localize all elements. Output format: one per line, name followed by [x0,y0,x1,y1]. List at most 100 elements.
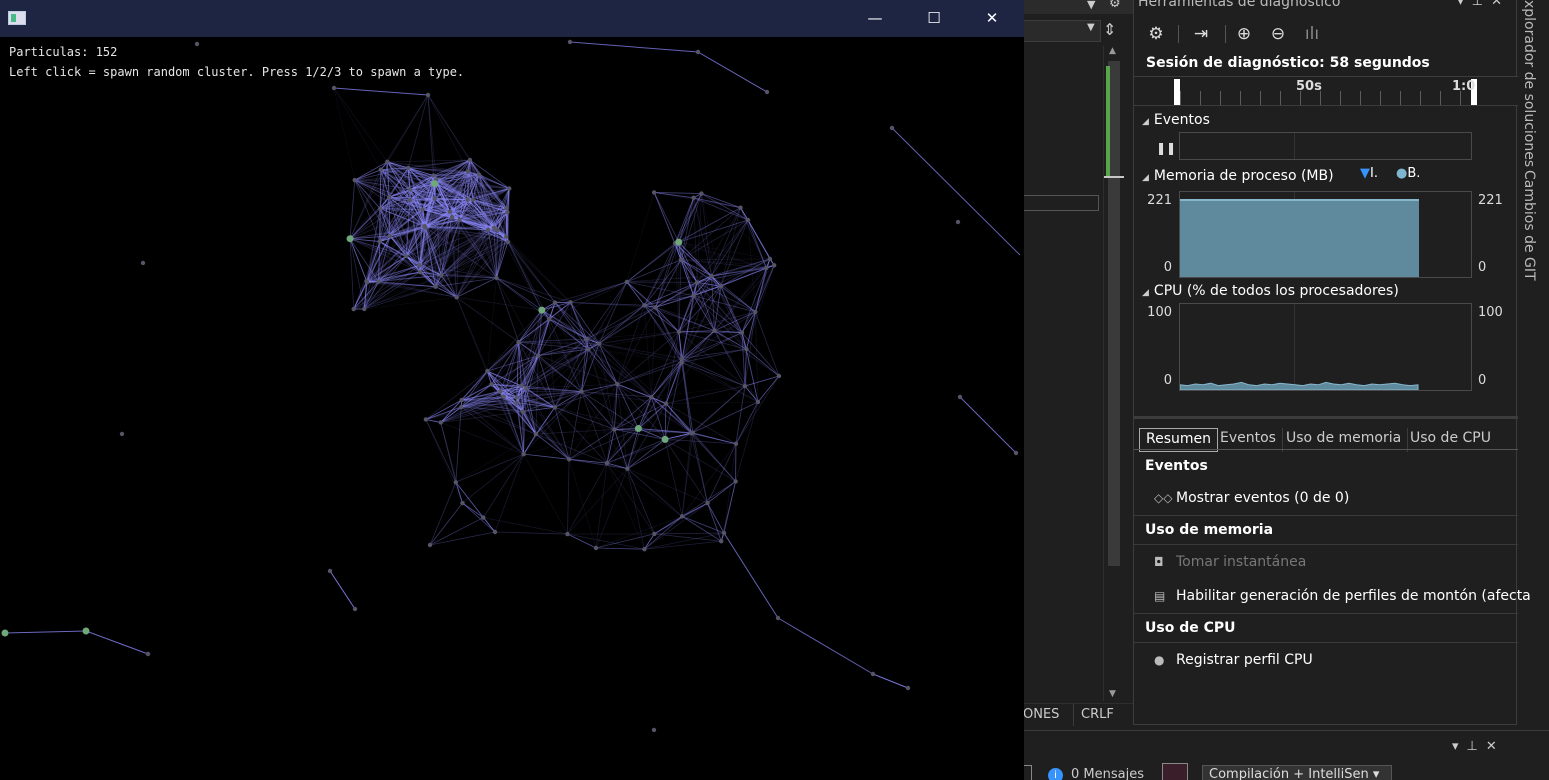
particle-link [606,432,692,464]
particle-node [514,400,519,405]
selection-start-handle[interactable] [1174,79,1180,105]
particle-link [329,570,356,610]
show-events-label: Mostrar eventos (0 de 0) [1176,490,1350,506]
chip-icon: ▤ [1154,589,1166,603]
settings-gear-icon[interactable]: ⚙ [1144,22,1168,46]
particle-node [331,85,337,91]
memory-axis-min: 0 [1163,260,1172,275]
memory-section-header[interactable]: ◢ Memoria de proceso (MB) [1142,168,1334,184]
take-snapshot-button[interactable]: ◘ Tomar instantánea [1154,554,1306,570]
pause-icon[interactable]: ❚❚ [1156,141,1176,155]
zoom-out-icon[interactable]: ⊖ [1266,22,1290,46]
particle-node [470,197,476,203]
pin-icon[interactable]: ⊥ [1467,739,1486,754]
particle-link [554,406,615,430]
timeline-ruler[interactable]: 50s 1:0 [1134,76,1518,106]
particle-node [418,269,423,275]
close-icon[interactable]: ✕ [1486,739,1505,754]
cpu-section-header[interactable]: ◢ CPU (% de todos los procesadores) [1142,283,1399,299]
scroll-up-icon[interactable]: ▲ [1109,46,1116,56]
session-duration: Sesión de diagnóstico: 58 segundos [1146,55,1430,71]
particle-node [364,278,369,284]
events-track[interactable] [1179,132,1472,160]
zoom-in-icon[interactable]: ⊕ [1232,22,1256,46]
split-editor-icon[interactable]: ⇕ [1103,20,1116,39]
build-scope-dropdown[interactable]: Compilación + IntelliSen ▾ [1202,765,1392,780]
particle-link [333,87,429,96]
particle-node [492,529,498,535]
memory-graph[interactable] [1179,191,1472,278]
particle-link [690,385,746,434]
chevron-down-icon[interactable]: ▾ [1457,0,1472,9]
particle-link [429,517,484,546]
particle-node [678,257,684,262]
particle-link [626,468,645,550]
divider [1134,544,1518,545]
particle-link [429,531,496,546]
particle-link [654,502,708,535]
window-titlebar[interactable]: — ☐ ✕ [0,0,1024,37]
status-line-endings[interactable]: CRLF [1081,707,1114,722]
particle-node [352,606,358,612]
cpu-axis-min: 0 [1163,373,1172,388]
particle-node [744,346,749,352]
filter-icon[interactable] [1162,763,1188,780]
particle-node [733,479,738,484]
particle-node [467,157,473,163]
close-button[interactable]: ✕ [970,4,1014,32]
particle-node [957,394,963,400]
scroll-down-icon[interactable]: ▼ [1109,689,1116,699]
particle-node [552,405,558,410]
particle-node [495,227,500,233]
reset-view-icon[interactable]: ılı [1300,22,1324,46]
particle-node [432,196,438,201]
particle-app-window: — ☐ ✕ Particulas: 152 Left click = spawn… [0,0,1024,780]
particle-node [514,395,519,400]
close-icon[interactable]: ✕ [1491,0,1510,9]
gear-icon[interactable]: ⚙ [1109,0,1121,11]
editor-scrollbar[interactable]: ▲ ▼ [1103,46,1124,701]
particle-node [427,542,433,548]
particle-link [664,439,683,517]
cpu-graph[interactable] [1179,303,1472,391]
particle-node [679,360,684,365]
particle-node [719,539,724,544]
particle-link [872,673,909,689]
editor-status-bar: ONES CRLF [1023,703,1133,726]
messages-filter[interactable]: i 0 Mensajes [1048,767,1144,780]
particle-node [194,41,200,47]
tab-underline [1134,449,1518,450]
particle-link [486,277,497,372]
pane-title-buttons: ▾⊥✕ [1452,739,1505,754]
show-events-link[interactable]: ◇◇ Mostrar eventos (0 de 0) [1154,490,1349,506]
enable-heap-profiling-button[interactable]: ▤ Habilitar generación de perfiles de mon… [1154,588,1531,604]
particle-node [568,300,573,305]
summary-tabs: Resumen Eventos Uso de memoria Uso de CP… [1134,416,1518,452]
particle-link [757,375,780,403]
minimize-button[interactable]: — [853,4,897,32]
collapse-triangle-icon[interactable]: ◢ [1142,288,1149,298]
particle-canvas[interactable] [0,37,1024,780]
particle-node [503,234,509,240]
status-ones[interactable]: ONES [1023,707,1059,722]
particle-node [691,195,696,201]
events-section-header[interactable]: ◢ Eventos [1142,112,1210,128]
collapse-triangle-icon[interactable]: ◢ [1142,117,1149,127]
record-cpu-profile-button[interactable]: ● Registrar perfil CPU [1154,652,1313,668]
pin-icon[interactable]: ⊥ [1472,0,1491,9]
maximize-button[interactable]: ☐ [912,4,956,32]
particle-link [567,459,570,535]
git-changes-tab[interactable]: Cambios de GIT [1521,170,1537,281]
particle-link [707,502,725,534]
select-tools-icon[interactable]: ⇥ [1189,22,1213,46]
particle-link [595,533,655,549]
solution-explorer-tab[interactable]: xplorador de soluciones [1521,0,1537,167]
particle-node [346,235,354,243]
particle-link [690,401,759,434]
collapse-triangle-icon[interactable]: ◢ [1142,173,1149,183]
particle-node [407,197,413,203]
particle-node [507,186,512,191]
particle-link [595,463,608,549]
chevron-down-icon[interactable]: ▼ [1087,0,1095,11]
chevron-down-icon[interactable]: ▾ [1452,739,1467,754]
